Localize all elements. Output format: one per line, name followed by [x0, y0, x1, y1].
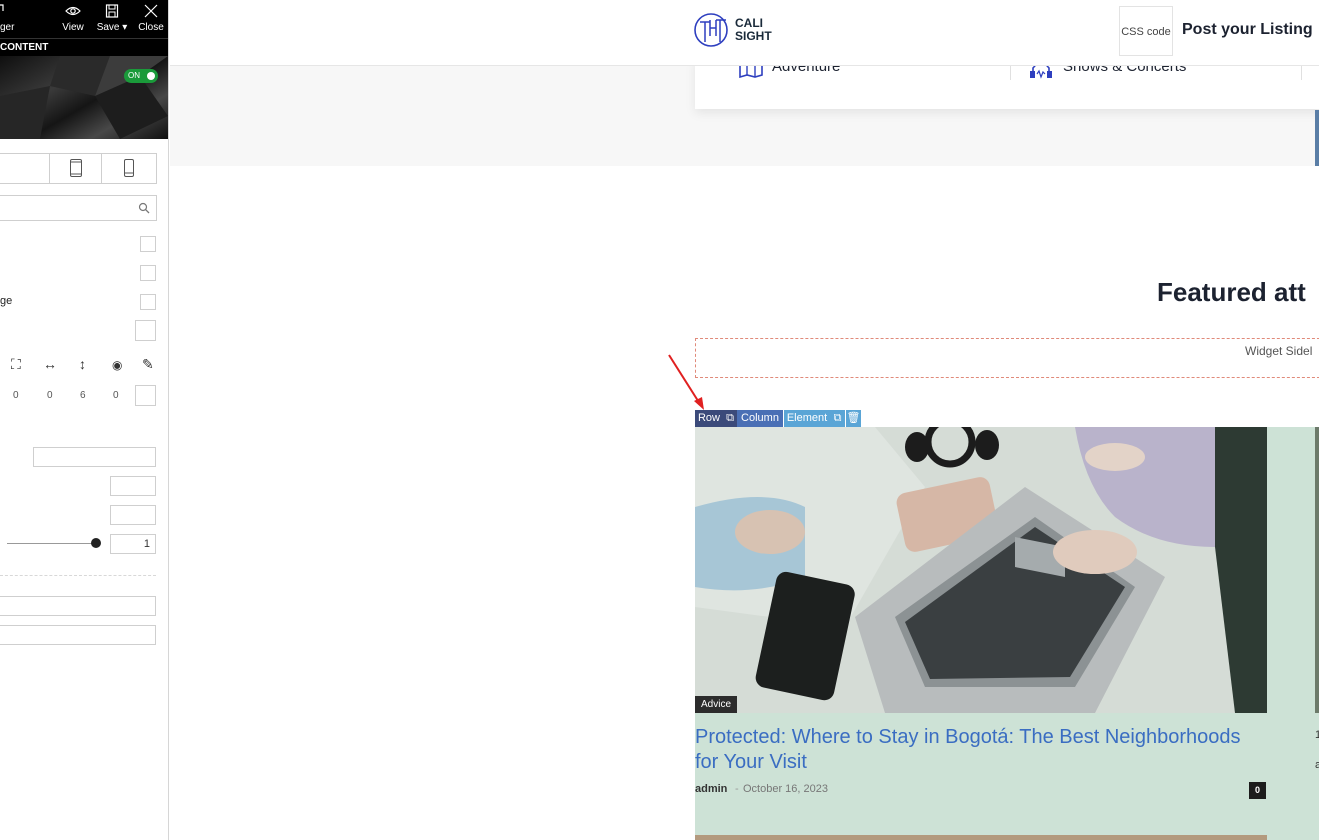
tablet-icon — [70, 159, 82, 177]
manager-button[interactable]: ger — [0, 0, 20, 38]
category-badge[interactable]: Advice — [695, 696, 738, 713]
post-date: October 16, 2023 — [743, 783, 829, 795]
opacity-slider-handle[interactable] — [91, 538, 101, 548]
editor-toolbar: ger View Save ▾ Close — [0, 0, 168, 38]
pencil-icon[interactable]: ✎ — [142, 356, 154, 373]
mobile-device-button[interactable] — [101, 154, 157, 183]
option-checkbox-2[interactable] — [140, 265, 156, 281]
spacing-value-1: 0 — [13, 390, 19, 401]
on-off-toggle[interactable]: ON — [124, 69, 158, 83]
manager-icon — [0, 4, 4, 11]
logo-line-2: SIGHT — [735, 29, 772, 43]
manager-label: ger — [0, 22, 15, 33]
cali-sight-logo-icon — [694, 13, 728, 47]
spacing-value-2: 0 — [47, 390, 53, 401]
opacity-slider-track[interactable] — [7, 543, 97, 544]
row-duplicate-icon[interactable]: ⧉ — [723, 410, 737, 427]
post-listing-link[interactable]: Post your Listing — [1182, 21, 1313, 39]
fullscreen-icon[interactable]: ⛶ — [11, 356, 21, 373]
text-field-4[interactable] — [0, 596, 156, 616]
spacing-value-4: 0 — [113, 390, 119, 401]
option-checkbox-3[interactable] — [140, 294, 156, 310]
text-field-1[interactable] — [33, 447, 156, 467]
element-handle[interactable]: Element — [784, 410, 830, 427]
unit-swatch[interactable] — [135, 385, 156, 406]
widget-sidebar-placeholder[interactable]: Widget Sidel — [695, 338, 1319, 378]
eye-icon — [65, 6, 81, 16]
horizontal-resize-icon[interactable]: ↔ — [43, 356, 57, 372]
editor-panel: ger View Save ▾ Close CONTENT ON ge ⛶ ↔ … — [0, 0, 169, 840]
next-card-thumbnail — [1315, 427, 1319, 713]
annotation-arrow — [668, 354, 704, 410]
search-icon — [138, 202, 150, 214]
element-duplicate-icon[interactable]: ⧉ — [830, 410, 845, 427]
comment-count-badge[interactable]: 0 — [1249, 782, 1266, 799]
column-handle[interactable]: Column — [737, 410, 783, 427]
vertical-resize-icon[interactable]: ↕ — [79, 356, 86, 372]
toggle-label: ON — [128, 71, 140, 80]
color-swatch[interactable] — [135, 320, 156, 341]
save-label: Save ▾ — [96, 22, 128, 33]
spacing-value-3: 6 — [80, 390, 86, 401]
meta-separator: - — [735, 783, 739, 795]
text-field-3[interactable] — [110, 505, 156, 525]
trash-icon[interactable]: 🗑 — [846, 410, 861, 427]
toggle-knob — [147, 72, 155, 80]
row-handle[interactable]: Row — [695, 410, 723, 427]
device-switcher — [0, 153, 157, 184]
option-label: ge — [0, 295, 13, 307]
divider — [0, 575, 156, 576]
author-link[interactable]: admin — [695, 783, 727, 795]
radial-icon[interactable]: ◉ — [112, 358, 122, 372]
tab-content[interactable]: CONTENT — [0, 38, 168, 57]
save-button[interactable]: Save ▾ — [94, 0, 130, 38]
site-header: CALI SIGHT CSS code Post your Listing — [170, 0, 1319, 66]
search-input[interactable] — [0, 195, 157, 221]
slider-value-field[interactable]: 1 — [110, 534, 156, 554]
post-title-link[interactable]: Protected: Where to Stay in Bogotá: The … — [695, 725, 1267, 775]
close-label: Close — [138, 22, 164, 33]
widget-label: Widget Sidel — [1245, 344, 1313, 358]
background-preview: ON — [0, 56, 168, 139]
view-label: View — [62, 22, 84, 33]
side-image-strip — [1315, 110, 1319, 166]
close-icon — [144, 4, 158, 18]
logo-wordmark[interactable]: CALI SIGHT — [735, 17, 772, 43]
option-checkbox-1[interactable] — [140, 236, 156, 252]
post-card[interactable]: Advice Protected: Where to Stay in Bogot… — [695, 427, 1319, 840]
next-card-text: 1 — [1315, 729, 1319, 741]
featured-heading: Featured att — [1157, 277, 1306, 307]
floppy-disk-icon — [105, 4, 119, 18]
mobile-phone-icon — [124, 159, 134, 177]
next-row-image — [695, 835, 1267, 840]
text-field-2[interactable] — [110, 476, 156, 496]
close-button[interactable]: Close — [136, 0, 166, 38]
next-card-author: a — [1315, 759, 1319, 771]
chevron-down-icon: ▾ — [122, 22, 128, 33]
laptop-desk-photo — [695, 427, 1267, 713]
tablet-device-button[interactable] — [49, 154, 102, 183]
css-code-button[interactable]: CSS code — [1119, 6, 1173, 56]
post-thumbnail[interactable] — [695, 427, 1267, 713]
text-field-5[interactable] — [0, 625, 156, 645]
view-button[interactable]: View — [58, 0, 88, 38]
